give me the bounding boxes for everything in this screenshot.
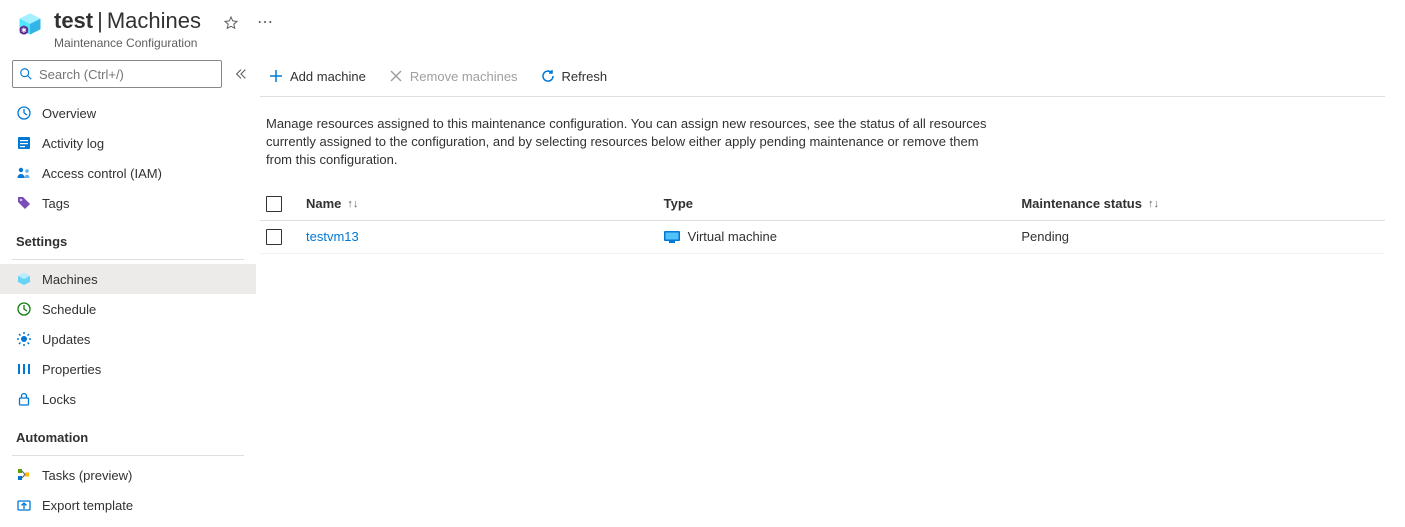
- page-title: test|Machines: [54, 8, 201, 34]
- description-text: Manage resources assigned to this mainte…: [260, 97, 1000, 188]
- overview-icon: [16, 105, 32, 121]
- sidebar: Overview Activity log Access control (IA…: [0, 56, 256, 527]
- resource-link[interactable]: testvm13: [306, 229, 359, 244]
- add-machine-button[interactable]: Add machine: [266, 66, 368, 86]
- sidebar-item-label: Machines: [42, 272, 98, 287]
- tasks-icon: [16, 467, 32, 483]
- search-input[interactable]: [39, 67, 215, 82]
- sidebar-item-label: Access control (IAM): [42, 166, 162, 181]
- access-control-icon: [16, 165, 32, 181]
- sidebar-item-updates[interactable]: Updates: [0, 324, 256, 354]
- updates-icon: [16, 331, 32, 347]
- sidebar-group-settings: Settings: [0, 218, 256, 255]
- sidebar-item-activity-log[interactable]: Activity log: [0, 128, 256, 158]
- tags-icon: [16, 195, 32, 211]
- collapse-sidebar-button[interactable]: [230, 63, 252, 85]
- table-header: Name ↑↓ Type Maintenance status ↑↓: [260, 188, 1385, 221]
- column-header-name[interactable]: Name ↑↓: [306, 196, 664, 211]
- sidebar-item-label: Updates: [42, 332, 90, 347]
- sort-icon: ↑↓: [347, 198, 358, 210]
- sidebar-item-machines[interactable]: Machines: [0, 264, 256, 294]
- sidebar-item-label: Tasks (preview): [42, 468, 132, 483]
- toolbar: Add machine Remove machines Refresh: [260, 60, 1385, 97]
- column-header-status[interactable]: Maintenance status ↑↓: [1021, 196, 1379, 211]
- sidebar-item-tasks[interactable]: Tasks (preview): [0, 460, 256, 490]
- sidebar-item-label: Overview: [42, 106, 96, 121]
- chevron-double-left-icon: [234, 67, 248, 81]
- sidebar-item-label: Schedule: [42, 302, 96, 317]
- search-box[interactable]: [12, 60, 222, 88]
- select-all-checkbox[interactable]: [266, 196, 282, 212]
- page-header: test|Machines ⋯ Maintenance Configuratio…: [0, 0, 1405, 56]
- x-icon: [388, 68, 404, 84]
- maintenance-status: Pending: [1021, 229, 1379, 244]
- schedule-icon: [16, 301, 32, 317]
- column-header-type[interactable]: Type: [664, 196, 1022, 211]
- export-template-icon: [16, 497, 32, 513]
- resource-type: Virtual machine: [688, 229, 777, 244]
- machines-table: Name ↑↓ Type Maintenance status ↑↓ testv…: [260, 188, 1385, 254]
- sidebar-item-export-template[interactable]: Export template: [0, 490, 256, 520]
- plus-icon: [268, 68, 284, 84]
- row-checkbox[interactable]: [266, 229, 282, 245]
- maintenance-config-icon: [16, 10, 44, 38]
- properties-icon: [16, 361, 32, 377]
- star-icon: [223, 15, 239, 31]
- sort-icon: ↑↓: [1148, 198, 1159, 210]
- search-icon: [19, 67, 33, 81]
- activity-log-icon: [16, 135, 32, 151]
- sidebar-item-label: Locks: [42, 392, 76, 407]
- more-actions-button[interactable]: ⋯: [255, 13, 276, 33]
- sidebar-item-tags[interactable]: Tags: [0, 188, 256, 218]
- main-content: Add machine Remove machines Refresh Mana…: [256, 56, 1405, 527]
- sidebar-item-label: Export template: [42, 498, 133, 513]
- sidebar-item-overview[interactable]: Overview: [0, 98, 256, 128]
- machines-icon: [16, 271, 32, 287]
- sidebar-item-schedule[interactable]: Schedule: [0, 294, 256, 324]
- sidebar-item-locks[interactable]: Locks: [0, 384, 256, 414]
- refresh-icon: [540, 68, 556, 84]
- ellipsis-icon: ⋯: [257, 14, 274, 31]
- sidebar-item-access-control[interactable]: Access control (IAM): [0, 158, 256, 188]
- sidebar-item-label: Properties: [42, 362, 101, 377]
- remove-machines-button[interactable]: Remove machines: [386, 66, 520, 86]
- virtual-machine-icon: [664, 231, 680, 243]
- sidebar-item-label: Tags: [42, 196, 69, 211]
- favorite-button[interactable]: [221, 13, 241, 33]
- lock-icon: [16, 391, 32, 407]
- refresh-button[interactable]: Refresh: [538, 66, 610, 86]
- table-row[interactable]: testvm13 Virtual machine Pending: [260, 221, 1385, 254]
- page-subtitle: Maintenance Configuration: [54, 36, 276, 50]
- sidebar-item-label: Activity log: [42, 136, 104, 151]
- sidebar-item-properties[interactable]: Properties: [0, 354, 256, 384]
- sidebar-group-automation: Automation: [0, 414, 256, 451]
